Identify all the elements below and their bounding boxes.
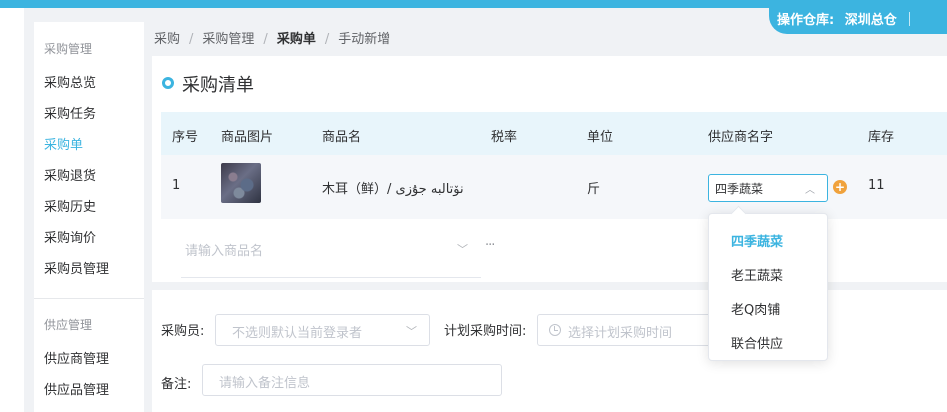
supplier-dropdown: 四季蔬菜 老王蔬菜 老Q肉铺 联合供应 [708, 213, 828, 361]
product-image [221, 163, 261, 203]
sidebar-item-inquiry[interactable]: 采购询价 [44, 227, 96, 246]
sidebar-item-returns[interactable]: 采购退货 [44, 165, 96, 184]
buyer-label: 采购员: [161, 324, 205, 339]
note-label: 备注: [161, 377, 192, 392]
sidebar-item-tasks[interactable]: 采购任务 [44, 103, 96, 122]
cell-index: 1 [172, 178, 181, 193]
cell-unit: 斤 [587, 182, 601, 197]
supplier-select[interactable]: 四季蔬菜 ︿ [708, 174, 828, 202]
purchase-table: 序号 商品图片 商品名 税率 单位 供应商名字 库存 1 木耳（鲜）/ نۆتا… [161, 112, 947, 219]
breadcrumb-item[interactable]: 采购 [154, 28, 180, 47]
product-name-input[interactable]: 请输入商品名 [185, 240, 263, 259]
col-supplier: 供应商名字 [708, 130, 774, 145]
sidebar-item-buyers[interactable]: 采购员管理 [44, 258, 109, 277]
left-rail [0, 8, 24, 412]
buyer-select[interactable]: 不选则默认当前登录者 ﹀ [215, 314, 430, 346]
buyer-placeholder: 不选则默认当前登录者 [232, 326, 363, 341]
input-underline [181, 277, 481, 278]
col-tax: 税率 [491, 130, 518, 145]
sidebar-item-supply-goods[interactable]: 供应品管理 [44, 379, 109, 398]
warehouse-label: 操作仓库: [777, 13, 835, 28]
plan-time-placeholder: 选择计划采购时间 [568, 326, 673, 341]
sidebar-group-supply: 供应管理 [44, 318, 93, 332]
sidebar-divider [34, 298, 144, 299]
clock-icon [549, 324, 561, 336]
supplier-option[interactable]: 老王蔬菜 [731, 265, 783, 284]
breadcrumb-item: 手动新增 [338, 32, 391, 47]
warehouse-value: 深圳总仓 [844, 13, 897, 28]
chevron-down-icon[interactable]: ﹀ [457, 241, 468, 257]
col-stock: 库存 [868, 130, 895, 145]
plan-time-picker[interactable]: 选择计划采购时间 [537, 314, 717, 346]
warehouse-selector[interactable]: 操作仓库: 深圳总仓 [769, 0, 947, 34]
sidebar-item-history[interactable]: 采购历史 [44, 196, 96, 215]
breadcrumb-item[interactable]: 采购管理 [202, 28, 254, 47]
breadcrumb-current[interactable]: 采购单 [277, 28, 316, 47]
supplier-option[interactable]: 联合供应 [731, 333, 783, 352]
sidebar-item-purchase-order[interactable]: 采购单 [44, 134, 83, 153]
sidebar-item-overview[interactable]: 采购总览 [44, 72, 96, 91]
col-image: 商品图片 [221, 130, 274, 145]
cell-stock: 11 [868, 178, 885, 193]
supplier-option[interactable]: 老Q肉铺 [731, 299, 780, 318]
supplier-select-value: 四季蔬菜 [715, 182, 764, 196]
sidebar-item-suppliers[interactable]: 供应商管理 [44, 348, 109, 367]
col-index: 序号 [172, 130, 199, 145]
add-product-row: 请输入商品名 ﹀ ··· [161, 220, 947, 282]
sidebar: 采购管理 采购总览 采购任务 采购单 采购退货 采购历史 采购询价 采购员管理 … [34, 22, 144, 412]
more-icon[interactable]: ··· [485, 238, 495, 253]
sidebar-group-purchase: 采购管理 [44, 42, 93, 56]
table-header: 序号 商品图片 商品名 税率 单位 供应商名字 库存 [161, 112, 947, 155]
chevron-down-icon: ﹀ [406, 325, 417, 338]
note-placeholder: 请输入备注信息 [219, 376, 311, 391]
col-name: 商品名 [322, 130, 362, 145]
add-supplier-icon[interactable]: + [833, 180, 847, 194]
chevron-up-icon: ︿ [805, 185, 815, 196]
note-input[interactable]: 请输入备注信息 [202, 364, 502, 396]
supplier-option[interactable]: 四季蔬菜 [731, 231, 783, 250]
plan-time-label: 计划采购时间: [444, 324, 527, 339]
breadcrumb: 采购 / 采购管理 / 采购单 / 手动新增 [154, 28, 390, 47]
warehouse-divider [909, 12, 911, 26]
table-row: 1 木耳（鲜）/ نۆتالبە جۇزى 斤 四季蔬菜 ︿ + 11 [161, 155, 947, 219]
cell-name: 木耳（鲜）/ نۆتالبە جۇزى [322, 182, 464, 197]
col-unit: 单位 [587, 130, 614, 145]
section-title: 采购清单 [182, 75, 254, 96]
